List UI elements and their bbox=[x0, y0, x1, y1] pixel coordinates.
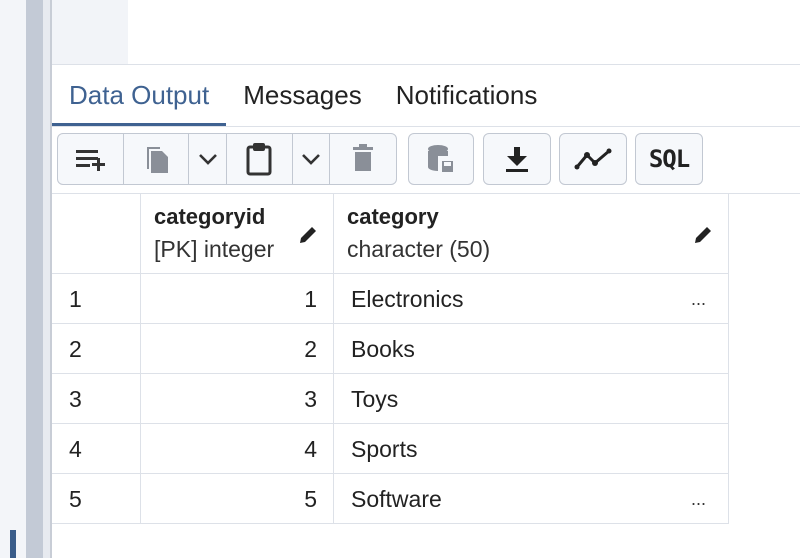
cell-categoryid[interactable]: 5 bbox=[141, 474, 334, 524]
cell-category[interactable]: Sports bbox=[334, 424, 729, 474]
column-name: category bbox=[347, 204, 439, 229]
delete-icon bbox=[348, 142, 378, 176]
save-data-icon bbox=[425, 142, 457, 176]
cell-value: Electronics bbox=[351, 286, 464, 312]
paste-options-button[interactable] bbox=[293, 134, 331, 184]
tab-messages[interactable]: Messages bbox=[226, 65, 379, 126]
cell-category[interactable]: Toys bbox=[334, 374, 729, 424]
row-number[interactable]: 5 bbox=[52, 474, 141, 524]
save-data-button[interactable] bbox=[409, 134, 473, 184]
data-toolbar: SQL bbox=[52, 127, 800, 193]
scrollbar-thumb[interactable] bbox=[10, 530, 16, 558]
column-type: character (50) bbox=[347, 236, 491, 262]
paste-button[interactable] bbox=[227, 134, 293, 184]
row-number[interactable]: 3 bbox=[52, 374, 141, 424]
save-button-group bbox=[408, 133, 474, 185]
row-number-header[interactable] bbox=[52, 194, 141, 274]
sql-button[interactable]: SQL bbox=[636, 134, 702, 184]
tab-data-output[interactable]: Data Output bbox=[52, 65, 227, 126]
edit-pencil-icon[interactable] bbox=[692, 224, 714, 252]
cell-categoryid[interactable]: 1 bbox=[141, 274, 334, 324]
graph-icon bbox=[574, 147, 612, 171]
cell-categoryid[interactable]: 2 bbox=[141, 324, 334, 374]
row-number[interactable]: 1 bbox=[52, 274, 141, 324]
graph-button-group bbox=[559, 133, 627, 185]
column-header-categoryid[interactable]: categoryid [PK] integer bbox=[141, 194, 334, 274]
cell-category[interactable]: Electronics ... bbox=[334, 274, 729, 324]
chevron-down-icon bbox=[198, 152, 218, 166]
row-number[interactable]: 2 bbox=[52, 324, 141, 374]
delete-button[interactable] bbox=[330, 134, 396, 184]
sql-button-group: SQL bbox=[635, 133, 703, 185]
scrollbar-track[interactable] bbox=[26, 0, 43, 558]
cell-categoryid[interactable]: 4 bbox=[141, 424, 334, 474]
expand-ellipsis[interactable]: ... bbox=[691, 474, 706, 524]
copy-icon bbox=[138, 141, 174, 177]
download-button-group bbox=[483, 133, 551, 185]
expand-ellipsis[interactable]: ... bbox=[691, 274, 706, 324]
cell-category[interactable]: Software ... bbox=[334, 474, 729, 524]
column-name: categoryid bbox=[154, 204, 266, 229]
graph-visualiser-button[interactable] bbox=[560, 134, 626, 184]
cell-value: Toys bbox=[351, 386, 399, 412]
paste-icon bbox=[242, 141, 276, 177]
tab-notifications[interactable]: Notifications bbox=[379, 65, 555, 126]
column-type: [PK] integer bbox=[154, 236, 275, 262]
edit-pencil-icon[interactable] bbox=[297, 224, 319, 252]
copy-options-button[interactable] bbox=[189, 134, 227, 184]
editor-panel bbox=[52, 0, 128, 64]
download-icon bbox=[503, 144, 531, 174]
cell-value: Software bbox=[351, 486, 442, 512]
add-row-icon bbox=[70, 144, 110, 174]
cell-value: Sports bbox=[351, 436, 418, 462]
edit-button-group bbox=[57, 133, 397, 185]
download-button[interactable] bbox=[484, 134, 550, 184]
cell-category[interactable]: Books bbox=[334, 324, 729, 374]
left-gutter bbox=[0, 0, 26, 558]
chevron-down-icon bbox=[301, 152, 321, 166]
row-number[interactable]: 4 bbox=[52, 424, 141, 474]
copy-button[interactable] bbox=[124, 134, 190, 184]
cell-value: Books bbox=[351, 336, 415, 362]
cell-categoryid[interactable]: 3 bbox=[141, 374, 334, 424]
result-tabs: Data Output Messages Notifications bbox=[52, 65, 800, 126]
add-row-button[interactable] bbox=[58, 134, 124, 184]
column-header-category[interactable]: category character (50) bbox=[334, 194, 729, 274]
sql-icon: SQL bbox=[648, 145, 690, 173]
